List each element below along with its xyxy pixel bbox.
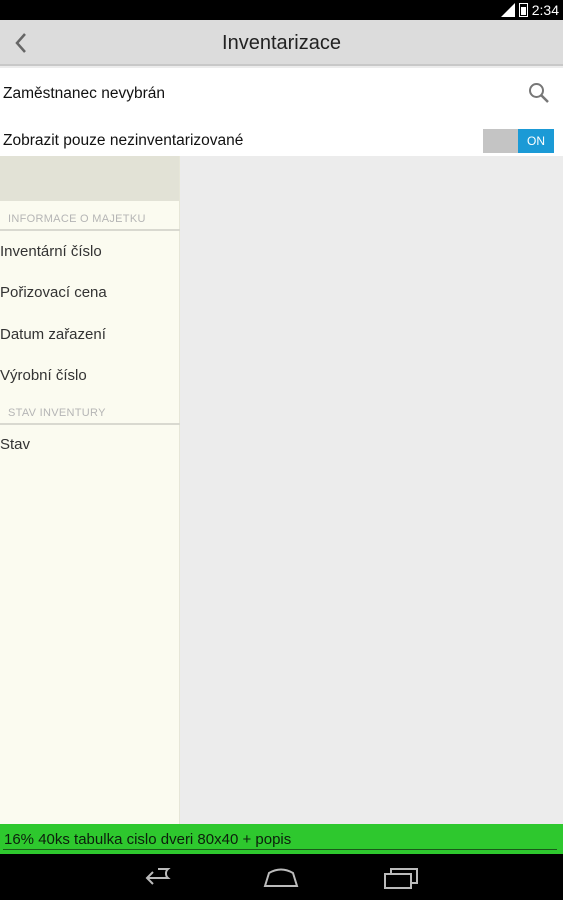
panel-header bbox=[0, 156, 179, 201]
employee-label: Zaměstnanec nevybrán bbox=[3, 85, 165, 102]
nav-home-button[interactable] bbox=[261, 864, 301, 892]
battery-icon bbox=[518, 3, 528, 17]
status-time: 2:34 bbox=[531, 2, 559, 18]
search-icon[interactable] bbox=[527, 81, 551, 105]
status-message-bar: 16% 40ks tabulka cislo dveri 80x40 + pop… bbox=[0, 824, 563, 854]
not-inventoried-toggle[interactable]: ON bbox=[483, 129, 554, 153]
navigation-bar bbox=[0, 854, 563, 900]
status-bar: 2:34 bbox=[0, 0, 563, 20]
divider bbox=[0, 229, 180, 231]
home-icon bbox=[263, 868, 299, 887]
action-bar: Inventarizace bbox=[0, 20, 563, 66]
nav-back-button[interactable] bbox=[141, 864, 181, 892]
list-item-inclusion-date[interactable]: Datum zařazení bbox=[0, 326, 106, 343]
divider bbox=[3, 849, 557, 850]
list-item-inventory-number[interactable]: Inventární číslo bbox=[0, 243, 102, 260]
filter-label: Zobrazit pouze nezinventarizované bbox=[3, 132, 244, 149]
page-title: Inventarizace bbox=[222, 32, 341, 54]
section-header-label: INFORMACE O MAJETKU bbox=[8, 213, 146, 225]
toggle-track bbox=[483, 129, 518, 153]
divider bbox=[0, 423, 180, 425]
nav-recents-button[interactable] bbox=[381, 864, 421, 892]
list-item-serial-number[interactable]: Výrobní číslo bbox=[0, 367, 87, 384]
asset-info-panel: INFORMACE O MAJETKU Inventární číslo Poř… bbox=[0, 156, 180, 824]
employee-row[interactable]: Zaměstnanec nevybrán bbox=[0, 68, 563, 116]
content-area bbox=[181, 156, 563, 824]
status-message: 16% 40ks tabulka cislo dveri 80x40 + pop… bbox=[4, 831, 292, 848]
signal-icon bbox=[500, 3, 515, 17]
list-item-state[interactable]: Stav bbox=[0, 436, 30, 453]
toggle-state: ON bbox=[518, 129, 554, 153]
recents-icon bbox=[384, 868, 418, 889]
filter-row: Zobrazit pouze nezinventarizované ON bbox=[0, 116, 563, 156]
back-icon bbox=[145, 868, 171, 885]
section-header-label: STAV INVENTURY bbox=[8, 407, 106, 419]
list-item-purchase-price[interactable]: Pořizovací cena bbox=[0, 284, 107, 301]
status-icons: 2:34 bbox=[500, 2, 559, 18]
